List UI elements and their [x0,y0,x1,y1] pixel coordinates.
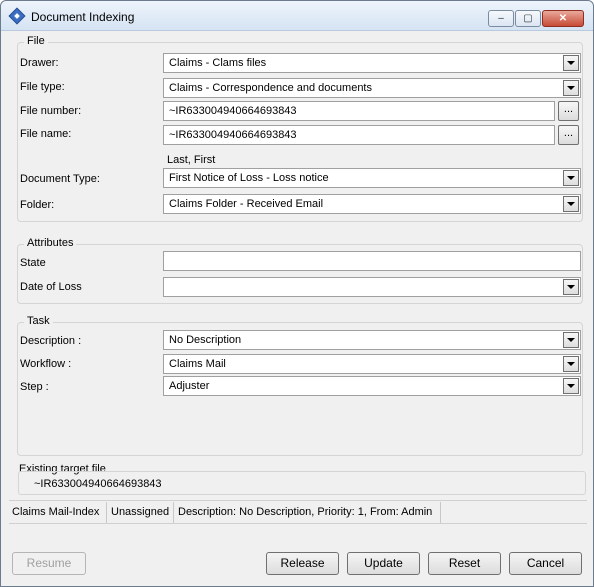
chevron-down-icon[interactable] [563,356,579,372]
workflow-select[interactable]: Claims Mail [163,354,581,374]
reset-button[interactable]: Reset [428,552,501,575]
attributes-group-label: Attributes [24,237,77,249]
file-number-value: ~IR633004940664693843 [169,105,297,117]
workflow-value: Claims Mail [169,358,226,370]
description-label: Description : [20,335,82,347]
drawer-label: Drawer: [20,57,59,69]
close-button[interactable]: ✕ [542,10,584,27]
file-number-input[interactable]: ~IR633004940664693843 [163,101,555,121]
chevron-down-icon[interactable] [563,80,579,96]
resume-button[interactable]: Resume [12,552,86,575]
chevron-down-icon[interactable] [563,170,579,186]
state-input[interactable] [163,251,581,271]
date-of-loss-select[interactable] [163,277,581,297]
workflow-label: Workflow : [20,358,72,370]
file-name-value: ~IR633004940664693843 [169,129,297,141]
document-type-select[interactable]: First Notice of Loss - Loss notice [163,168,581,188]
file-number-label: File number: [20,105,82,117]
update-button[interactable]: Update [347,552,420,575]
cancel-button[interactable]: Cancel [509,552,582,575]
folder-label: Folder: [20,199,55,211]
chevron-down-icon[interactable] [563,378,579,394]
folder-select[interactable]: Claims Folder - Received Email [163,194,581,214]
description-select[interactable]: No Description [163,330,581,350]
document-type-value: First Notice of Loss - Loss notice [169,172,329,184]
document-indexing-icon [8,7,26,25]
release-button[interactable]: Release [266,552,339,575]
status-assignment: Unassigned [111,506,170,518]
status-details: Description: No Description, Priority: 1… [178,506,433,518]
file-type-select[interactable]: Claims - Correspondence and documents [163,78,581,98]
chevron-down-icon[interactable] [563,279,579,295]
state-label: State [20,257,46,269]
description-value: No Description [169,334,242,346]
step-label: Step : [20,381,49,393]
title-bar[interactable]: Document Indexing – ▢ ✕ [1,1,593,31]
status-divider [173,502,174,523]
file-name-input[interactable]: ~IR633004940664693843 [163,125,555,145]
chevron-down-icon[interactable] [563,332,579,348]
maximize-button[interactable]: ▢ [515,10,541,27]
minimize-button[interactable]: – [488,10,514,27]
drawer-select[interactable]: Claims - Clams files [163,53,581,73]
step-select[interactable]: Adjuster [163,376,581,396]
status-queue: Claims Mail-Index [12,506,100,518]
existing-target-value: ~IR633004940664693843 [34,478,162,490]
step-value: Adjuster [169,380,210,392]
file-number-browse-button[interactable]: ... [558,101,579,121]
date-of-loss-label: Date of Loss [20,281,82,293]
task-group-label: Task [24,315,53,327]
status-bar: Claims Mail-Index Unassigned Description… [9,500,587,524]
folder-value: Claims Folder - Received Email [169,198,324,210]
file-type-value: Claims - Correspondence and documents [169,82,372,94]
document-indexing-window: Document Indexing – ▢ ✕ File Drawer: Cla… [0,0,594,587]
drawer-value: Claims - Clams files [169,57,267,69]
document-type-label: Document Type: [20,173,100,185]
file-name-browse-button[interactable]: ... [558,125,579,145]
window-title: Document Indexing [31,10,135,24]
file-name-hint: Last, First [167,154,216,166]
chevron-down-icon[interactable] [563,55,579,71]
status-divider [440,502,441,523]
file-type-label: File type: [20,81,65,93]
file-name-label: File name: [20,128,72,140]
file-group-label: File [24,35,48,47]
status-divider [106,502,107,523]
chevron-down-icon[interactable] [563,196,579,212]
